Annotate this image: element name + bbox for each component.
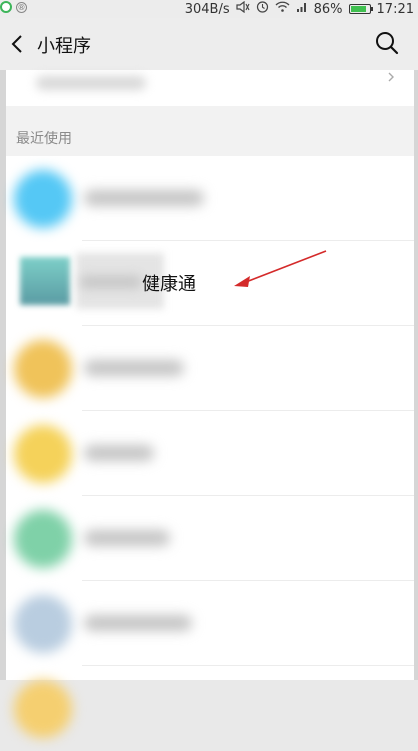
- battery-percent: 86%: [313, 1, 343, 17]
- app-icon: [14, 595, 72, 653]
- list-item[interactable]: [6, 326, 414, 411]
- blurred-label: [84, 360, 184, 376]
- app-icon: [14, 510, 72, 568]
- battery-icon: [348, 4, 373, 14]
- blurred-label: [84, 615, 192, 631]
- section-header: 最近使用: [6, 106, 414, 156]
- app-icon: [20, 257, 70, 305]
- top-card[interactable]: [6, 70, 414, 106]
- back-button[interactable]: [6, 32, 30, 56]
- app-icon: [14, 170, 72, 228]
- registered-icon: ®: [16, 1, 27, 13]
- search-icon: [376, 32, 399, 55]
- list-item-highlighted[interactable]: 健康通: [6, 241, 414, 326]
- list-item[interactable]: [6, 666, 414, 751]
- app-icon: [14, 425, 72, 483]
- item-label: 健康通: [142, 274, 196, 295]
- blurred-label: [84, 190, 204, 206]
- search-button[interactable]: [374, 30, 400, 56]
- mute-icon: [236, 0, 250, 18]
- blurred-label: [84, 445, 154, 461]
- list-item[interactable]: [6, 581, 414, 666]
- app-header: 小程序: [0, 18, 418, 70]
- chevron-right-icon: [388, 72, 394, 82]
- list-item[interactable]: [6, 156, 414, 241]
- status-right: 304B/s 86% 17:21: [185, 0, 414, 18]
- wifi-icon: [275, 0, 290, 18]
- app-icon: [14, 340, 72, 398]
- alarm-icon: [256, 0, 269, 18]
- battery-fill: [350, 6, 366, 12]
- status-left-icons: ®: [0, 1, 27, 13]
- chevron-left-icon: [11, 35, 22, 53]
- wechat-dot-icon: [0, 1, 12, 13]
- blurred-label: [80, 275, 142, 289]
- blurred-label: [84, 530, 170, 546]
- status-time: 17:21: [376, 1, 414, 17]
- blurred-label: [36, 76, 146, 90]
- recent-list: 健康通: [6, 156, 414, 738]
- list-item[interactable]: [6, 411, 414, 496]
- status-bar: ® 304B/s 86% 17:21: [0, 0, 418, 18]
- section-title: 最近使用: [16, 131, 72, 147]
- app-icon: [14, 680, 72, 738]
- page-title: 小程序: [37, 36, 91, 57]
- list-item[interactable]: [6, 496, 414, 581]
- network-speed: 304B/s: [184, 1, 230, 17]
- signal-icon: [296, 0, 308, 18]
- right-edge: [414, 70, 418, 680]
